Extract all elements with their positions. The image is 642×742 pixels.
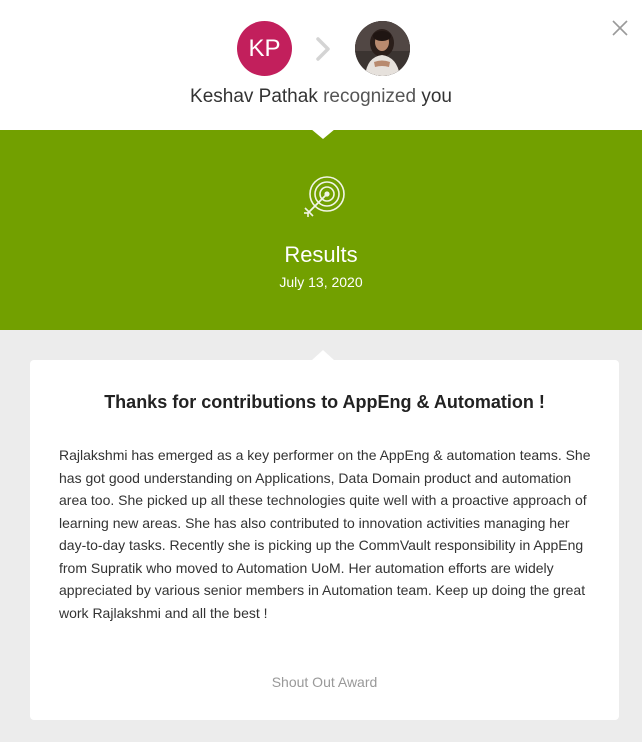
recipient-label: you <box>421 86 452 107</box>
close-icon[interactable] <box>610 18 630 38</box>
close-button[interactable] <box>610 18 630 38</box>
recognition-card: Thanks for contributions to AppEng & Aut… <box>30 360 619 720</box>
recognition-title: Thanks for contributions to AppEng & Aut… <box>104 392 545 412</box>
award-name: Shout Out Award <box>271 674 378 690</box>
recognition-message: Rajlakshmi has emerged as a key performe… <box>59 447 591 621</box>
recognition-header: KP Keshav Pathak recognized you <box>0 0 642 130</box>
sender-avatar[interactable]: KP <box>237 21 292 76</box>
card-notch <box>312 350 334 360</box>
sender-name[interactable]: Keshav Pathak <box>190 86 318 107</box>
chevron-right-icon <box>313 36 333 62</box>
recognition-summary: Keshav Pathak recognized you <box>0 86 642 108</box>
header-notch <box>311 129 335 139</box>
recognized-verb: recognized <box>323 86 417 107</box>
award-date: July 13, 2020 <box>279 274 363 290</box>
award-banner: Results July 13, 2020 <box>0 130 642 330</box>
recipient-avatar[interactable] <box>355 21 410 76</box>
award-category-title: Results <box>284 242 358 267</box>
recognition-modal: KP Keshav Pathak recognized you Results … <box>0 0 642 742</box>
target-icon <box>301 174 349 220</box>
sender-initials: KP <box>248 35 281 62</box>
